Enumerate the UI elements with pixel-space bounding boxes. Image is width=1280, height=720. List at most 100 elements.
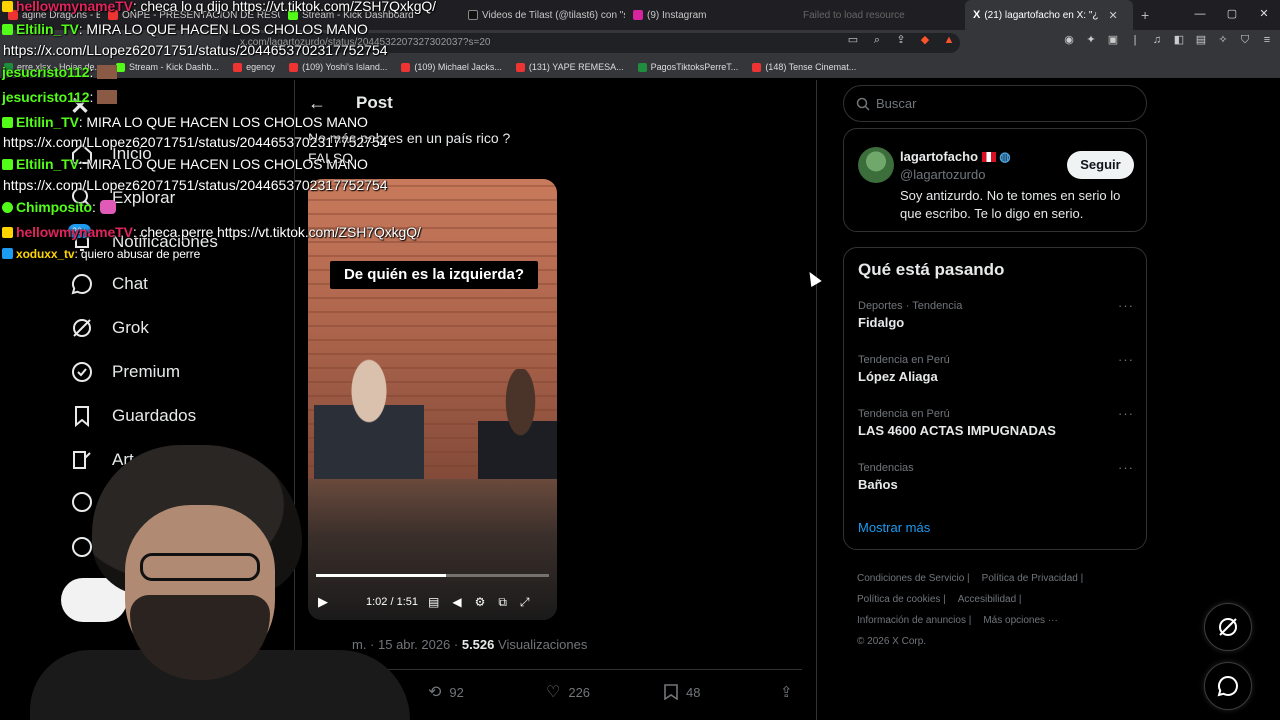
share-button[interactable]: ⇪ [780,682,793,702]
footer-link[interactable]: Más opciones ··· [983,615,1057,626]
trend-item[interactable]: Tendencia en Perú López Aliaga ··· [858,352,1134,386]
nav-grok[interactable]: Grok [70,310,149,346]
nav-bookmarks[interactable]: Guardados [70,398,196,434]
settings-icon[interactable]: ⚙ [475,595,486,610]
youtube-icon [515,62,525,72]
minimize-icon[interactable]: — [1184,0,1216,30]
nav-premium[interactable]: Premium [70,354,180,390]
footer-link[interactable]: Accesibilidad | [958,594,1022,605]
bookmark-item[interactable]: PagosTiktoksPerreT... [637,62,738,72]
chat-badge-icon [2,202,13,213]
close-window-icon[interactable]: ✕ [1248,0,1280,30]
footer-link[interactable]: Política de cookies | [857,594,946,605]
footer-link[interactable]: Condiciones de Servicio | [857,573,970,584]
more-options-icon[interactable]: ··· [1118,460,1134,475]
new-tab-button[interactable]: + [1133,7,1157,23]
trend-item[interactable]: Deportes · Tendencia Fidalgo ··· [858,298,1134,332]
search-icon [856,97,870,111]
bookmark-item[interactable]: (148) Tense Cinemat... [752,62,856,72]
trends-title: Qué está pasando [858,260,1005,279]
verified-icon [72,362,92,382]
chat-emote [97,65,118,79]
chat-message: xoduxx_tv: quiero abusar de perre [2,247,200,261]
volume-icon[interactable]: ◀ [452,595,461,610]
chat-icon [1217,675,1238,697]
chat-message: Eltilin_TV: MIRA LO QUE HACEN LOS CHOLOS… [2,156,368,172]
back-arrow-icon[interactable]: ← [308,93,328,114]
address-bar-icons: ▭ ⌕ ⇪ ◆ ▲ [846,33,956,47]
bookmark-button[interactable]: 48 [664,682,700,702]
music-icon[interactable]: ♫ [1150,33,1164,47]
follow-button[interactable]: Seguir [1067,151,1134,179]
retweet-button[interactable]: ⟲ 92 [428,682,464,702]
chat-message: Eltilin_TV: MIRA LO QUE HACEN LOS CHOLOS… [2,114,368,130]
bookmark-favicon-icon [233,62,243,72]
chat-link: https://x.com/LLopez62071751/status/2044… [3,177,388,193]
bookmark-item[interactable]: (109) Michael Jacks... [401,62,502,72]
bookmark-item[interactable]: egency [233,62,275,72]
author-name[interactable]: lagartofacho ◍ [900,149,1011,165]
bookmark-item[interactable]: (131) YAPE REMESA... [515,62,624,72]
browser-tab[interactable]: Videos de Tilast (@tilast6) con "soni [460,0,625,30]
leo-icon[interactable]: ✧ [1216,33,1230,47]
puzzle-icon[interactable]: ✦ [1084,33,1098,47]
author-bio: Soy antizurdo. No te tomes en serio lo q… [900,188,1121,221]
sidebar-toggle-icon[interactable]: ◧ [1172,33,1186,47]
share-icon[interactable]: ⇪ [894,33,908,47]
zoom-icon[interactable]: ⌕ [870,33,884,47]
x-logo-icon: X [973,9,981,21]
maximize-icon[interactable]: ▢ [1216,0,1248,30]
grok-icon [73,319,91,337]
browser-tab[interactable]: Failed to load resource [795,0,965,30]
fullscreen-icon[interactable]: ⤢ [520,595,530,610]
close-tab-icon[interactable]: ✕ [1109,9,1118,22]
wallet-icon[interactable]: ▣ [1106,33,1120,47]
messages-floating-button[interactable] [1204,662,1252,710]
search-input[interactable]: Buscar [843,85,1147,122]
install-icon[interactable]: ▭ [846,33,860,47]
chat-message: jesucristo112: [2,89,118,105]
mouse-cursor-icon [804,268,822,288]
avatar[interactable] [858,147,894,183]
more-options-icon[interactable]: ··· [1118,406,1134,421]
grok-floating-button[interactable] [1204,603,1252,651]
captions-icon[interactable]: ▤ [428,595,439,610]
vpn-icon[interactable]: ⛉ [1238,33,1252,47]
chat-emote [97,90,118,104]
nav-chat[interactable]: Chat [70,266,148,302]
footer-link[interactable]: Información de anuncios | [857,615,971,626]
chat-message: hellowmynameTV: checa perre https://vt.t… [2,224,421,240]
wallet2-icon[interactable]: ▤ [1194,33,1208,47]
divider-icon: | [1133,34,1137,46]
footer-link[interactable]: Política de Privacidad | [982,573,1084,584]
tab-favicon-icon [468,10,478,20]
chat-badge-icon [2,117,13,128]
webcam-overlay [30,445,410,720]
chat-emote [99,200,116,214]
trend-item[interactable]: Tendencias Baños ··· [858,460,1134,494]
bookmark-item[interactable]: Stream - Kick Dashb... [116,62,219,72]
brave-rewards-icon[interactable]: ▲ [942,33,956,47]
bookmark-item[interactable]: (109) Yoshi's Island... [289,62,387,72]
show-more-link[interactable]: Mostrar más [858,520,930,535]
browser-tab-active[interactable]: X (21) lagartofacho en X: "¿ ✕ [965,0,1133,30]
chat-message: jesucristo112: [2,64,118,80]
pip-icon[interactable]: ⧉ [498,595,507,610]
extension-icon[interactable]: ◉ [1062,33,1076,47]
trends-panel: Qué está pasando Deportes · Tendencia Fi… [843,247,1147,550]
window-controls: — ▢ ✕ [1184,0,1280,30]
menu-icon[interactable]: ≡ [1260,33,1274,47]
browser-tab[interactable]: (9) Instagram [625,0,795,30]
trend-item[interactable]: Tendencia en Perú LAS 4600 ACTAS IMPUGNA… [858,406,1134,440]
extension-icons: ◉ ✦ ▣ | ♫ ◧ ▤ ✧ ⛉ ≡ [1062,33,1274,47]
more-options-icon[interactable]: ··· [1118,352,1134,367]
brave-shield-icon[interactable]: ◆ [918,33,932,47]
webcam-person-glasses [140,553,260,581]
chat-badge-icon [2,24,13,35]
chat-link: https://x.com/LLopez62071751/status/2044… [3,134,388,150]
bookmarks-bar: erre.xlsx - Hojas de... Stream - Kick Da… [0,56,1280,78]
copyright: © 2026 X Corp. [857,636,927,647]
like-button[interactable]: ♡ 226 [546,682,590,702]
more-options-icon[interactable]: ··· [1118,298,1134,313]
youtube-icon [752,62,762,72]
